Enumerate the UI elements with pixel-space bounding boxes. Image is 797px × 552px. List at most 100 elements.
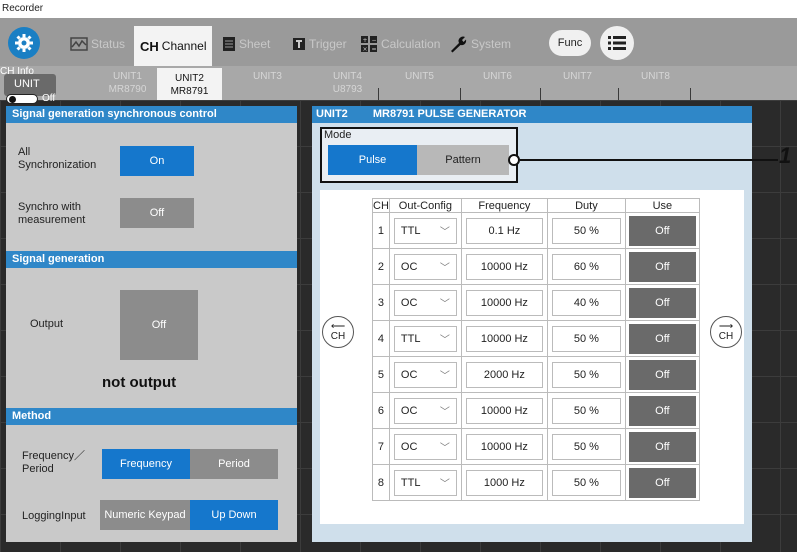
frequency-field[interactable]: 10000 Hz — [465, 253, 543, 280]
out-config-value: OC — [400, 440, 418, 453]
divider — [690, 88, 691, 100]
tab-trigger-label: Trigger — [309, 37, 347, 51]
duty-field[interactable]: 50 % — [551, 361, 621, 388]
chevron-down-icon: ﹀ — [439, 479, 450, 490]
channel-table: CH Out-Config Frequency Duty Use 1 TTL ﹀ 0.… — [372, 198, 700, 501]
divider — [618, 88, 619, 100]
mode-pulse-button[interactable]: Pulse — [328, 145, 417, 175]
out-config-select[interactable]: TTL ﹀ — [393, 469, 457, 496]
unit-tab-2[interactable]: UNIT2 MR8791 — [157, 68, 222, 100]
out-config-cell: OC ﹀ — [388, 248, 462, 285]
frequency-field[interactable]: 10000 Hz — [465, 433, 543, 460]
use-toggle-button[interactable]: Off — [628, 431, 696, 462]
out-config-cell: OC ﹀ — [388, 356, 462, 393]
out-config-select[interactable]: OC ﹀ — [393, 361, 457, 388]
unit-tab-6[interactable]: UNIT6 — [470, 66, 525, 100]
frequency-field[interactable]: 10000 Hz — [465, 289, 543, 316]
out-config-select[interactable]: OC ﹀ — [393, 397, 457, 424]
callout-number: 1 — [779, 143, 792, 168]
frequency-field[interactable]: 10000 Hz — [465, 325, 543, 352]
out-config-cell: OC ﹀ — [388, 428, 462, 465]
use-toggle-button[interactable]: Off — [628, 287, 696, 318]
settings-gear-button[interactable] — [8, 27, 40, 59]
use-cell: Off — [624, 248, 700, 285]
out-config-value: OC — [400, 296, 418, 309]
table-row: 4 TTL ﹀ 10000 Hz 50 % Off — [372, 320, 700, 357]
use-toggle-button[interactable]: Off — [628, 251, 696, 282]
use-toggle-button[interactable]: Off — [628, 323, 696, 354]
tab-status[interactable]: Status — [70, 28, 125, 60]
frequency-field[interactable]: 0.1 Hz — [465, 217, 543, 244]
col-header: Out-Config — [388, 198, 462, 213]
all-sync-button[interactable]: On — [120, 146, 194, 176]
synchro-measurement-button[interactable]: Off — [120, 198, 194, 228]
out-config-select[interactable]: TTL ﹀ — [393, 325, 457, 352]
unit-tab-3[interactable]: UNIT3 — [240, 66, 295, 100]
duty-field[interactable]: 50 % — [551, 397, 621, 424]
duty-cell: 50 % — [546, 356, 626, 393]
pulse-generator-panel: UNIT2 MR8791 PULSE GENERATOR Mode Pulse … — [312, 106, 752, 542]
header-model: MR8791 PULSE GENERATOR — [372, 108, 527, 120]
frequency-field[interactable]: 2000 Hz — [465, 361, 543, 388]
duty-field[interactable]: 50 % — [551, 217, 621, 244]
tab-sheet-label: Sheet — [239, 37, 271, 51]
window-title: Recorder — [0, 0, 797, 18]
use-toggle-button[interactable]: Off — [628, 395, 696, 426]
duty-cell: 50 % — [546, 428, 626, 465]
out-config-select[interactable]: TTL ﹀ — [393, 217, 457, 244]
ch-number: 2 — [372, 248, 390, 285]
header-unit: UNIT2 — [316, 108, 348, 120]
frequency-field[interactable]: 10000 Hz — [465, 397, 543, 424]
channel-table-area: CH Out-Config Frequency Duty Use 1 TTL ﹀ 0.… — [320, 190, 744, 524]
output-button[interactable]: Off — [120, 290, 198, 360]
use-toggle-button[interactable]: Off — [628, 467, 696, 498]
table-row: 8 TTL ﹀ 1000 Hz 50 % Off — [372, 464, 700, 501]
frequency-field[interactable]: 1000 Hz — [465, 469, 543, 496]
wrench-icon — [451, 36, 467, 53]
unit-tab-5[interactable]: UNIT5 — [392, 66, 447, 100]
out-config-cell: OC ﹀ — [388, 284, 462, 321]
mode-pattern-button[interactable]: Pattern — [417, 145, 509, 175]
numeric-keypad-button[interactable]: Numeric Keypad — [100, 500, 190, 530]
callout-line — [520, 159, 778, 161]
menu-list-button[interactable] — [600, 26, 634, 60]
tab-sheet[interactable]: Sheet — [222, 28, 270, 60]
unit-tab-8[interactable]: UNIT8 — [628, 66, 683, 100]
synchro-measurement-label: Synchro with measurement — [18, 201, 86, 226]
out-config-select[interactable]: OC ﹀ — [393, 289, 457, 316]
ch-number: 8 — [372, 464, 390, 501]
duty-field[interactable]: 50 % — [551, 469, 621, 496]
sync-control-header: Signal generation synchronous control — [6, 106, 297, 123]
duty-cell: 50 % — [546, 320, 626, 357]
func-button[interactable]: Func — [549, 30, 591, 56]
unit-tab-4[interactable]: UNIT4 U8793 — [320, 66, 375, 100]
col-header: Frequency — [460, 198, 548, 213]
all-sync-label: All Synchronization — [18, 146, 97, 171]
use-toggle-button[interactable]: Off — [628, 359, 696, 390]
list-icon — [608, 36, 626, 50]
frequency-cell: 10000 Hz — [460, 284, 548, 321]
next-channel-button[interactable]: ⟶ CH — [710, 316, 742, 348]
tab-trigger[interactable]: Trigger — [292, 28, 347, 60]
tab-calculation[interactable]: + − × = Calculation — [360, 28, 440, 60]
tab-channel[interactable]: CH Channel — [134, 26, 213, 66]
up-down-button[interactable]: Up Down — [190, 500, 278, 530]
duty-field[interactable]: 50 % — [551, 325, 621, 352]
duty-field[interactable]: 50 % — [551, 433, 621, 460]
unit-tab-1[interactable]: UNIT1 MR8790 — [100, 66, 155, 100]
use-toggle-button[interactable]: Off — [628, 215, 696, 246]
chevron-down-icon: ﹀ — [439, 299, 450, 310]
prev-channel-button[interactable]: ⟵ CH — [322, 316, 354, 348]
out-config-select[interactable]: OC ﹀ — [393, 433, 457, 460]
duty-field[interactable]: 40 % — [551, 289, 621, 316]
ch-number: 3 — [372, 284, 390, 321]
tab-calculation-label: Calculation — [381, 37, 441, 51]
frequency-option-button[interactable]: Frequency — [102, 449, 190, 479]
duty-field[interactable]: 60 % — [551, 253, 621, 280]
unit-tab-7[interactable]: UNIT7 — [550, 66, 605, 100]
out-config-select[interactable]: OC ﹀ — [393, 253, 457, 280]
tab-system[interactable]: System — [448, 28, 511, 60]
period-option-button[interactable]: Period — [190, 449, 278, 479]
calculation-icon: + −× = — [361, 36, 377, 53]
ch-number: 4 — [372, 320, 390, 357]
